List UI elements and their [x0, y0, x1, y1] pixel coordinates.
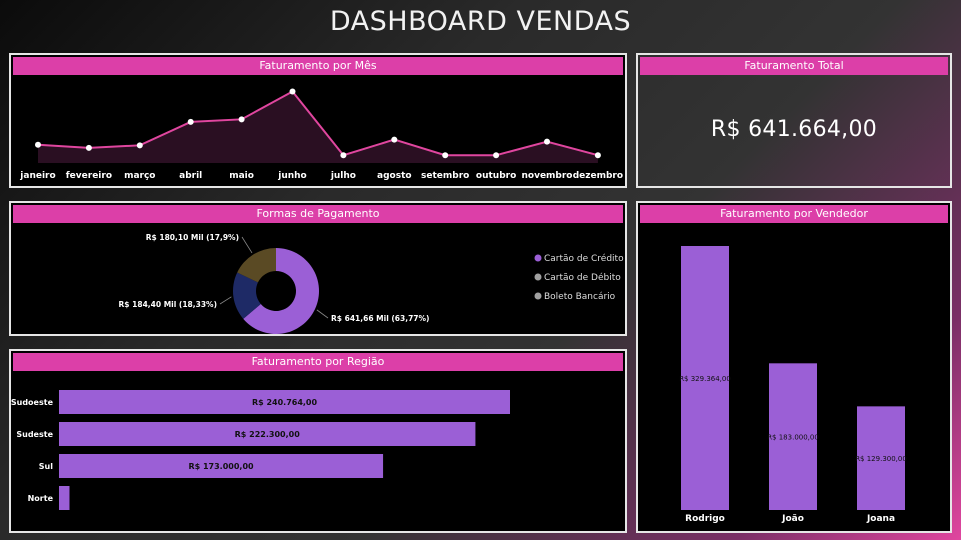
monthly-tick-março: março	[124, 171, 155, 181]
payment-methods-chart[interactable]: R$ 641,66 Mil (63,77%) R$ 184,40 Mil (18,…	[11, 223, 625, 334]
monthly-point-fevereiro	[85, 144, 92, 151]
monthly-point-outubro	[493, 152, 500, 159]
region-value-label-2: R$ 173.000,00	[188, 462, 254, 471]
monthly-point-abril	[187, 118, 194, 125]
region-revenue-chart[interactable]: Sudoeste R$ 240.764,00 Sudeste R$ 222.300,0…	[11, 371, 625, 531]
monthly-tick-julho: julho	[330, 171, 356, 181]
region-tick-2: Sul	[39, 462, 53, 471]
monthly-revenue-chart[interactable]: janeiro fevereiro março abril maio junho julho…	[11, 75, 625, 186]
donut-label-2: R$ 180,10 Mil (17,9%)	[146, 233, 239, 242]
legend-marker-0	[534, 254, 542, 262]
seller-value-label-2: R$ 129.300,00	[855, 455, 907, 463]
monthly-point-agosto	[391, 136, 398, 143]
seller-tick-1: João	[781, 514, 804, 524]
monthly-point-dezembro	[594, 152, 601, 159]
seller-revenue-title: Faturamento por Vendedor	[640, 205, 948, 223]
monthly-tick-agosto: agosto	[377, 171, 412, 181]
payment-methods-panel: Formas de Pagamento R$ 641,66 Mil (63,77…	[9, 201, 627, 336]
monthly-point-junho	[289, 88, 296, 95]
region-revenue-title: Faturamento por Região	[13, 353, 623, 371]
monthly-tick-junho: junho	[277, 171, 307, 181]
legend-label-1: Cartão de Débito	[544, 272, 621, 283]
donut-leader-0	[316, 309, 329, 319]
monthly-point-novembro	[544, 138, 550, 145]
dashboard-title: DASHBOARD VENDAS	[329, 6, 632, 37]
region-tick-1: Sudeste	[16, 430, 53, 439]
monthly-revenue-panel: Faturamento por Mês janeiro fevereiro març…	[9, 53, 627, 188]
region-tick-3: Norte	[28, 494, 54, 503]
monthly-point-setembro	[442, 152, 449, 159]
monthly-tick-fevereiro: fevereiro	[66, 171, 112, 181]
total-revenue-panel: Faturamento Total R$ 641.664,00	[636, 53, 952, 188]
donut-leader-2	[241, 236, 253, 254]
monthly-tick-setembro: setembro	[421, 171, 469, 181]
region-tick-0: Sudoeste	[11, 398, 54, 407]
region-revenue-panel: Faturamento por Região Sudoeste R$ 240.76…	[9, 349, 627, 533]
legend-marker-1	[534, 273, 542, 281]
total-revenue-title: Faturamento Total	[640, 57, 948, 75]
total-revenue-value: R$ 641.664,00	[710, 117, 878, 142]
region-value-label-1: R$ 222.300,00	[235, 430, 301, 439]
legend-marker-2	[534, 292, 542, 300]
legend-label-2: Boleto Bancário	[544, 292, 616, 302]
region-bar-3	[59, 486, 70, 510]
payment-methods-title: Formas de Pagamento	[13, 205, 623, 223]
monthly-revenue-title: Faturamento por Mês	[13, 57, 623, 75]
monthly-tick-janeiro: janeiro	[19, 171, 55, 181]
donut-label-0: R$ 641,66 Mil (63,77%)	[331, 314, 429, 323]
monthly-area-fill	[38, 91, 598, 163]
seller-tick-2: Joana	[866, 514, 895, 524]
seller-value-label-0: R$ 329.364,00	[679, 375, 731, 383]
monthly-tick-abril: abril	[179, 171, 202, 181]
monthly-point-maio	[238, 116, 245, 123]
monthly-tick-dezembro: dezembro	[573, 171, 623, 181]
seller-revenue-panel: Faturamento por Vendedor R$ 329.364,00 Ro…	[636, 201, 952, 533]
seller-tick-0: Rodrigo	[685, 514, 725, 524]
monthly-tick-maio: maio	[229, 171, 254, 181]
monthly-tick-novembro: novembro	[521, 171, 572, 181]
seller-revenue-chart[interactable]: R$ 329.364,00 Rodrigo R$ 183.000,00 João R$ …	[638, 223, 950, 531]
monthly-point-janeiro	[35, 141, 41, 148]
monthly-point-março	[136, 142, 143, 149]
donut-leader-1	[219, 296, 232, 305]
monthly-tick-outubro: outubro	[476, 171, 516, 181]
monthly-point-julho	[340, 152, 347, 159]
legend-label-0: Cartão de Crédito	[544, 253, 624, 264]
seller-value-label-1: R$ 183.000,00	[767, 434, 819, 442]
region-value-label-0: R$ 240.764,00	[252, 398, 318, 407]
donut-label-1: R$ 184,40 Mil (18,33%)	[119, 300, 217, 309]
